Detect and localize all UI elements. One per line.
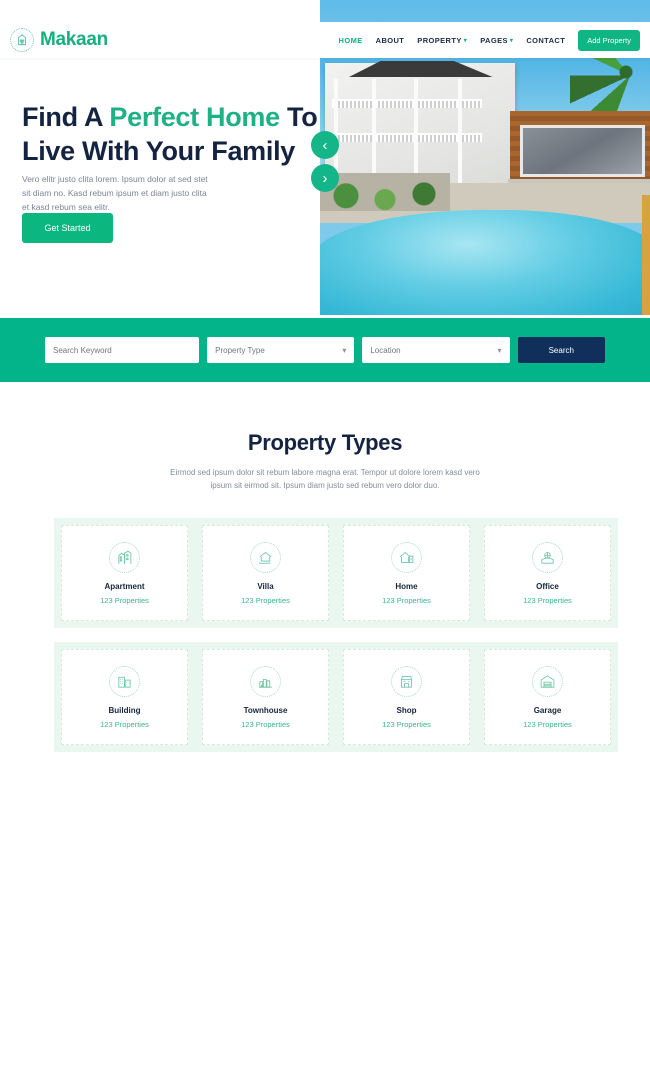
nav-link-about[interactable]: ABOUT	[376, 36, 405, 45]
page-title: Property Types	[247, 430, 403, 455]
list-item[interactable]: Apartment 123 Properties	[43, 518, 206, 628]
shop-icon	[391, 665, 422, 697]
carousel-next-button[interactable]: ›	[311, 164, 339, 192]
search-button[interactable]: Search	[517, 337, 605, 363]
card-count: 123 Properties	[241, 595, 290, 605]
chevron-down-icon: ▾	[509, 37, 514, 44]
card-count: 123 Properties	[523, 595, 572, 605]
home-icon	[391, 541, 422, 573]
card-label: Garage	[533, 705, 562, 715]
garage-icon	[532, 665, 563, 697]
nav-link-contact-label: CONTACT	[526, 35, 566, 45]
brand-logo[interactable]: Makaan	[10, 28, 108, 52]
property-types-subtitle: Eirmod sed ipsum dolor sit rebum labore …	[170, 468, 480, 490]
list-item[interactable]: Home 123 Properties	[325, 518, 488, 628]
sliding-glass-door	[520, 125, 645, 177]
card-count: 123 Properties	[241, 719, 290, 729]
card-outer: Townhouse 123 Properties	[195, 642, 336, 752]
building-icon	[109, 665, 140, 697]
carousel-prev-button[interactable]: ‹	[311, 131, 339, 159]
property-type-card-shop[interactable]: Shop 123 Properties	[343, 649, 470, 745]
nav-link-property-label: PROPERTY	[417, 35, 462, 45]
card-count: 123 Properties	[100, 595, 149, 605]
card-label: Townhouse	[243, 705, 288, 715]
property-types-section: Property Types Eirmod sed ipsum dolor si…	[0, 382, 650, 752]
chevron-down-icon: ▾	[497, 345, 502, 355]
card-label: Home	[395, 581, 418, 591]
nav-link-pages-label: PAGES	[480, 35, 508, 45]
property-type-card-garage[interactable]: Garage 123 Properties	[484, 649, 611, 745]
building-badge-icon	[10, 28, 34, 52]
townhouse-icon	[250, 665, 281, 697]
list-item[interactable]: Townhouse 123 Properties	[184, 642, 347, 752]
landing-page: Find A Perfect Home To Live With Your Fa…	[0, 0, 650, 1084]
property-type-value: Property Type	[215, 345, 265, 355]
list-item[interactable]: Office 123 Properties	[466, 518, 629, 628]
photo-right-edge	[642, 195, 650, 315]
veranda-column	[414, 79, 418, 183]
nav-link-contact[interactable]: CONTACT	[526, 36, 565, 45]
card-outer: Villa 123 Properties	[195, 518, 336, 628]
card-label: Office	[536, 581, 559, 591]
hero-heading-part1: Find A	[22, 102, 110, 132]
property-type-card-building[interactable]: Building 123 Properties	[61, 649, 188, 745]
card-label: Apartment	[104, 581, 145, 591]
property-type-card-townhouse[interactable]: Townhouse 123 Properties	[202, 649, 329, 745]
nav-link-home-label: HOME	[338, 35, 363, 45]
property-types-grid-row-2: Building 123 Properties Townhouse 123 Pr…	[0, 642, 650, 752]
property-type-card-office[interactable]: Office 123 Properties	[484, 525, 611, 621]
hero-subtitle: Vero elitr justo clita lorem. Ipsum dolo…	[22, 174, 208, 212]
list-item[interactable]: Shop 123 Properties	[325, 642, 488, 752]
card-outer: Home 123 Properties	[336, 518, 477, 628]
chevron-left-icon: ‹	[322, 136, 328, 154]
card-outer: Garage 123 Properties	[477, 642, 618, 752]
nav-link-about-label: ABOUT	[375, 35, 405, 45]
card-count: 123 Properties	[100, 719, 149, 729]
search-band: Property Type ▾ Location ▾ Search	[0, 318, 650, 382]
nav-link-property[interactable]: PROPERTY ▾	[417, 36, 467, 45]
card-label: Villa	[257, 581, 274, 591]
chevron-down-icon: ▾	[342, 345, 347, 355]
property-type-card-home[interactable]: Home 123 Properties	[343, 525, 470, 621]
hero-property-photo	[320, 55, 650, 315]
property-type-card-villa[interactable]: Villa 123 Properties	[202, 525, 329, 621]
list-item[interactable]: Garage 123 Properties	[466, 642, 629, 752]
add-property-button[interactable]: Add Property	[578, 29, 640, 51]
property-type-select[interactable]: Property Type ▾	[207, 337, 355, 363]
veranda-column	[372, 79, 376, 183]
chevron-down-icon: ▾	[463, 37, 468, 44]
card-label: Shop	[396, 705, 417, 715]
card-count: 123 Properties	[523, 719, 572, 729]
brand-name: Makaan	[40, 29, 108, 50]
property-type-card-apartment[interactable]: Apartment 123 Properties	[61, 525, 188, 621]
hero-heading: Find A Perfect Home To Live With Your Fa…	[22, 100, 322, 168]
navbar: Makaan HOME ABOUT PROPERTY ▾ PAGES ▾ CONTA…	[0, 22, 650, 58]
property-types-grid-row-1: Apartment 123 Properties Villa 123 Prope…	[0, 518, 650, 628]
list-item[interactable]: Building 123 Properties	[43, 642, 206, 752]
location-value: Location	[370, 345, 401, 355]
chevron-right-icon: ›	[322, 169, 328, 187]
card-count: 123 Properties	[382, 719, 431, 729]
card-outer: Office 123 Properties	[477, 518, 618, 628]
nav-link-home[interactable]: HOME	[339, 36, 363, 45]
card-outer: Apartment 123 Properties	[54, 518, 195, 628]
villa-icon	[250, 541, 281, 573]
card-outer: Building 123 Properties	[54, 642, 195, 752]
veranda-column	[458, 79, 462, 183]
garden-plants	[320, 173, 450, 211]
list-item[interactable]: Villa 123 Properties	[184, 518, 347, 628]
card-label: Building	[108, 705, 141, 715]
location-select[interactable]: Location ▾	[362, 337, 510, 363]
nav-link-pages[interactable]: PAGES ▾	[480, 36, 513, 45]
search-keyword-input[interactable]	[45, 337, 200, 363]
card-outer: Shop 123 Properties	[336, 642, 477, 752]
card-count: 123 Properties	[382, 595, 431, 605]
swimming-pool	[320, 210, 650, 315]
office-icon	[532, 541, 563, 573]
hero-heading-accent: Perfect Home	[109, 102, 280, 132]
about-section: #1 Place To Find The Perfect Property Te…	[0, 782, 650, 1084]
get-started-button[interactable]: Get Started	[22, 213, 113, 243]
nav-links: HOME ABOUT PROPERTY ▾ PAGES ▾ CONTACT Add …	[339, 29, 640, 51]
apartment-icon	[109, 541, 140, 573]
